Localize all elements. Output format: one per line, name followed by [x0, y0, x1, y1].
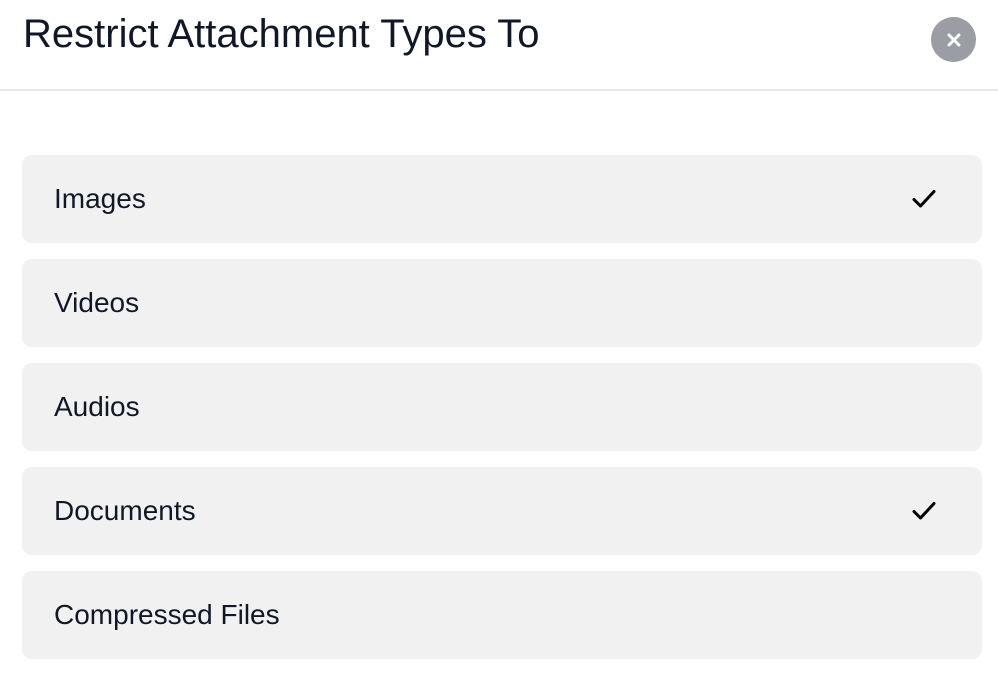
dialog-title: Restrict Attachment Types To — [23, 12, 540, 56]
close-button[interactable] — [931, 17, 976, 62]
option-audios[interactable]: Audios — [22, 363, 982, 451]
option-videos[interactable]: Videos — [22, 259, 982, 347]
dialog-header: Restrict Attachment Types To — [0, 0, 998, 91]
checkmark-icon — [912, 190, 936, 208]
option-compressed-files[interactable]: Compressed Files — [22, 571, 982, 659]
attachment-type-list: Images Videos Audios Documents Compresse… — [22, 155, 982, 659]
checkmark-icon — [912, 502, 936, 520]
close-icon — [947, 33, 960, 46]
option-label: Videos — [54, 287, 140, 318]
option-documents[interactable]: Documents — [22, 467, 982, 555]
option-label: Documents — [54, 495, 196, 526]
option-images[interactable]: Images — [22, 155, 982, 243]
attachment-types-dialog: Restrict Attachment Types To Images Vide… — [0, 0, 998, 686]
option-label: Images — [54, 183, 146, 214]
option-label: Audios — [54, 391, 140, 422]
option-label: Compressed Files — [54, 599, 280, 630]
